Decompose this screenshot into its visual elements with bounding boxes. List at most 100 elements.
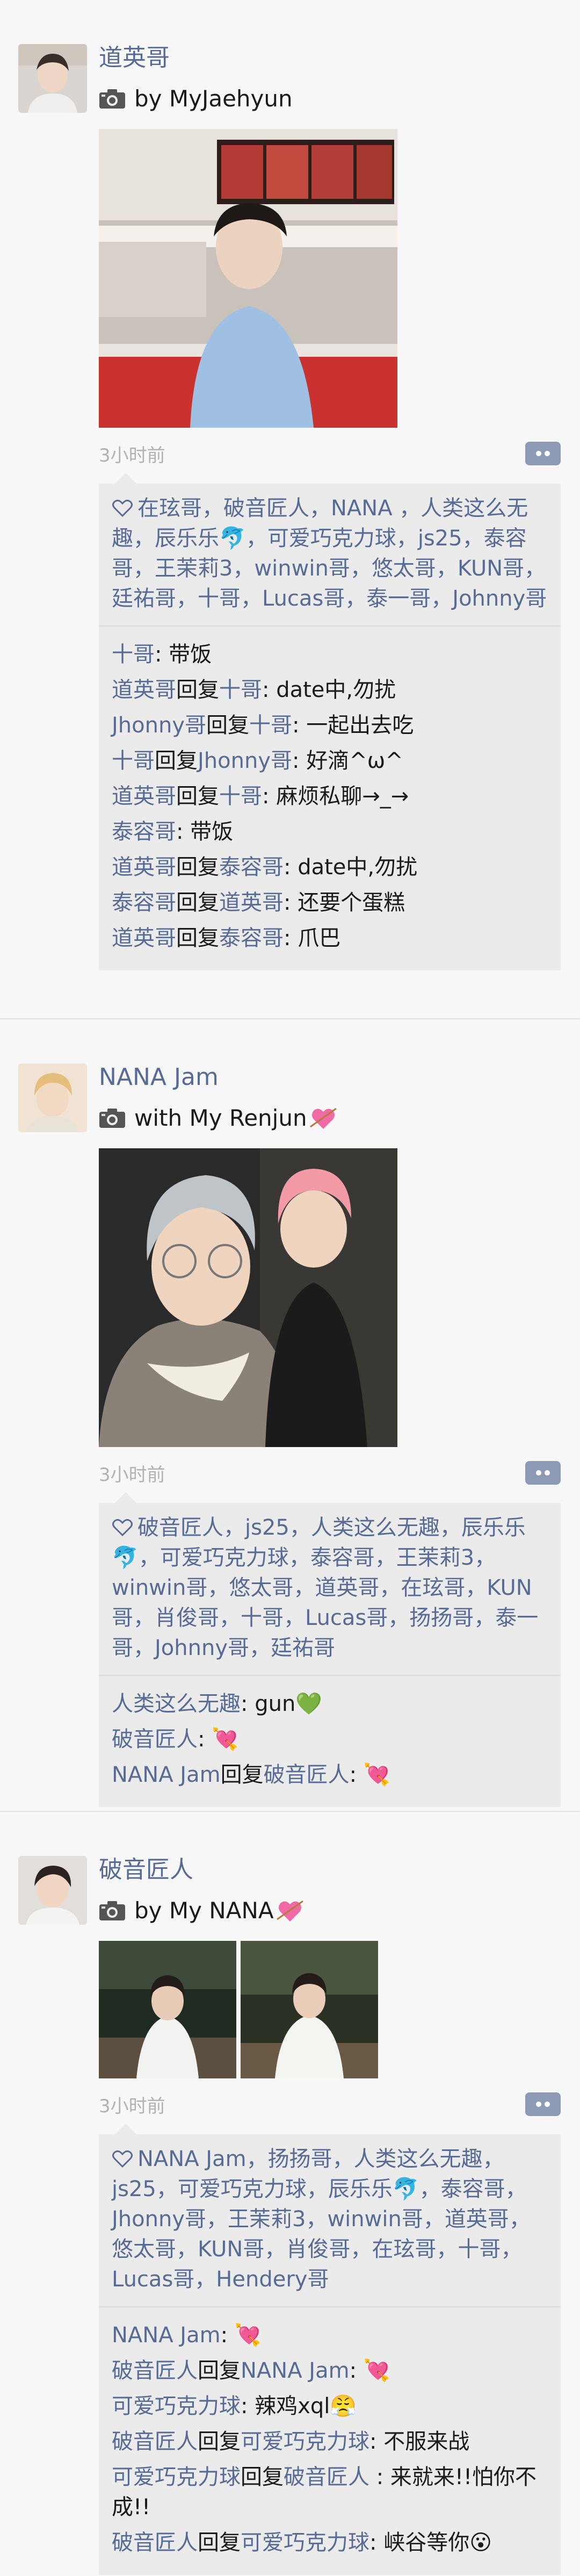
reply-to-user[interactable]: 可爱巧克力球: [241, 2530, 369, 2555]
comment[interactable]: 泰容哥: 带饭: [112, 817, 548, 847]
like-name[interactable]: Jhonny哥: [112, 2207, 206, 2232]
like-name[interactable]: 辰乐乐🐬: [328, 2177, 419, 2201]
reply-to-user[interactable]: 十哥: [219, 678, 262, 702]
like-name[interactable]: 肖俊哥: [286, 2237, 350, 2262]
like-name[interactable]: 在玹哥: [401, 1575, 465, 1600]
comment[interactable]: 人类这么无趣: gun💚: [112, 1689, 548, 1719]
comment[interactable]: NANA Jam回复破音匠人: 💘: [112, 1760, 548, 1790]
comment[interactable]: 道英哥回复泰容哥: date中,勿扰: [112, 852, 548, 882]
like-name[interactable]: 悠太哥: [229, 1575, 293, 1600]
like-name[interactable]: Lucas哥: [262, 586, 345, 611]
comment-user[interactable]: 人类这么无趣: [112, 1692, 241, 1716]
comment[interactable]: 十哥回复Jhonny哥: 好滴^ω^: [112, 746, 548, 776]
like-name[interactable]: js25: [245, 1515, 289, 1540]
comment[interactable]: 可爱巧克力球: 辣鸡xql😤: [112, 2391, 548, 2421]
like-name[interactable]: 悠太哥: [112, 2237, 176, 2262]
like-name[interactable]: 廷祐哥: [271, 1636, 335, 1660]
like-name[interactable]: Johnny哥: [155, 1636, 249, 1660]
reply-to-user[interactable]: 道英哥: [219, 890, 284, 915]
like-name[interactable]: 泰容哥: [441, 2177, 505, 2201]
comment-user[interactable]: 泰容哥: [112, 890, 176, 915]
comment[interactable]: 破音匠人回复NANA Jam: 💘: [112, 2356, 548, 2386]
reply-to-user[interactable]: NANA Jam: [241, 2358, 350, 2383]
like-name[interactable]: 人类这么无趣: [354, 2147, 483, 2171]
like-name[interactable]: 十哥: [198, 586, 241, 611]
comment-user[interactable]: 道英哥: [112, 784, 176, 809]
like-name[interactable]: 道英哥: [315, 1575, 379, 1600]
like-name[interactable]: 扬扬哥: [409, 1606, 474, 1630]
like-name[interactable]: Hendery哥: [216, 2267, 329, 2292]
like-name[interactable]: KUN哥: [198, 2237, 264, 2262]
comment[interactable]: 泰容哥回复道英哥: 还要个蛋糕: [112, 888, 548, 918]
like-name[interactable]: NANA Jam: [137, 2147, 247, 2171]
like-name[interactable]: 悠太哥: [372, 556, 436, 581]
like-name[interactable]: 破音匠人: [137, 1515, 223, 1540]
like-name[interactable]: 王茉莉3: [155, 556, 233, 581]
like-name[interactable]: 廷祐哥: [112, 586, 176, 611]
comment-dots-icon[interactable]: [525, 1461, 561, 1485]
comment[interactable]: NANA Jam: 💘: [112, 2320, 548, 2350]
like-name[interactable]: 道英哥: [445, 2207, 509, 2232]
comment-user[interactable]: 道英哥: [112, 678, 176, 702]
comment-user[interactable]: 道英哥: [112, 926, 176, 951]
comment[interactable]: 破音匠人: 💘: [112, 1724, 548, 1754]
comment[interactable]: 十哥: 带饭: [112, 639, 548, 670]
like-name[interactable]: KUN哥: [458, 556, 524, 581]
comment-user[interactable]: 可爱巧克力球: [112, 2465, 241, 2489]
post-photo[interactable]: [99, 1941, 236, 2078]
like-name[interactable]: 可爱巧克力球: [160, 1545, 289, 1570]
comment-user[interactable]: 破音匠人: [112, 2429, 198, 2454]
like-name[interactable]: 肖俊哥: [155, 1606, 219, 1630]
like-name[interactable]: winwin哥: [254, 556, 350, 581]
poster-name[interactable]: 破音匠人: [99, 1855, 561, 1885]
comment-dots-icon[interactable]: [525, 442, 561, 465]
post-photo[interactable]: [241, 1941, 378, 2078]
like-name[interactable]: js25: [112, 2177, 156, 2201]
reply-to-user[interactable]: 泰容哥: [219, 855, 284, 880]
like-name[interactable]: winwin哥: [112, 1575, 207, 1600]
like-name[interactable]: 在玹哥: [372, 2237, 436, 2262]
comment-user[interactable]: 十哥: [112, 749, 155, 773]
like-name[interactable]: 王茉莉3: [396, 1545, 474, 1570]
like-name[interactable]: NANA: [331, 496, 399, 521]
reply-to-user[interactable]: 十哥: [219, 784, 262, 809]
like-name[interactable]: 泰一哥: [366, 586, 431, 611]
like-name[interactable]: 十哥: [458, 2237, 501, 2262]
poster-name[interactable]: NANA Jam: [99, 1062, 561, 1092]
like-name[interactable]: 泰容哥: [310, 1545, 375, 1570]
like-name[interactable]: Johnny哥: [452, 586, 547, 611]
comment[interactable]: 破音匠人回复可爱巧克力球: 不服来战: [112, 2427, 548, 2457]
post-photo[interactable]: [99, 1148, 397, 1447]
reply-to-user[interactable]: 泰容哥: [219, 926, 284, 951]
like-name[interactable]: 辰乐乐🐬: [155, 526, 246, 551]
like-name[interactable]: 王茉莉3: [228, 2207, 306, 2232]
comment-user[interactable]: 泰容哥: [112, 819, 176, 844]
comment[interactable]: 道英哥回复十哥: date中,勿扰: [112, 675, 548, 705]
reply-to-user[interactable]: 可爱巧克力球: [241, 2429, 369, 2454]
comment-user[interactable]: 破音匠人: [112, 2358, 198, 2383]
like-name[interactable]: 可爱巧克力球: [178, 2177, 307, 2201]
like-name[interactable]: Lucas哥: [305, 1606, 388, 1630]
comment-user[interactable]: 可爱巧克力球: [112, 2394, 241, 2419]
avatar[interactable]: [18, 44, 87, 113]
like-name[interactable]: 十哥: [241, 1606, 284, 1630]
comment[interactable]: Jhonny哥回复十哥: 一起出去吃: [112, 710, 548, 740]
comment-user[interactable]: 破音匠人: [112, 2530, 198, 2555]
reply-to-user[interactable]: 破音匠人: [284, 2465, 376, 2489]
like-name[interactable]: Lucas哥: [112, 2267, 194, 2292]
comment-user[interactable]: 道英哥: [112, 855, 176, 880]
comment-user[interactable]: NANA Jam: [112, 2323, 221, 2348]
reply-to-user[interactable]: 十哥: [249, 713, 292, 738]
comment-user[interactable]: 破音匠人: [112, 1727, 198, 1752]
comment[interactable]: 道英哥回复泰容哥: 爪巴: [112, 923, 548, 953]
poster-name[interactable]: 道英哥: [99, 43, 561, 73]
comment[interactable]: 道英哥回复十哥: 麻烦私聊→_→: [112, 781, 548, 811]
comment-user[interactable]: Jhonny哥: [112, 713, 206, 738]
like-name[interactable]: 破音匠人: [223, 496, 309, 521]
comment-user[interactable]: 十哥: [112, 642, 155, 667]
like-name[interactable]: 扬扬哥: [268, 2147, 332, 2171]
avatar[interactable]: [18, 1063, 87, 1132]
like-name[interactable]: 在玹哥: [137, 496, 202, 521]
avatar[interactable]: [18, 1856, 87, 1925]
comment[interactable]: 可爱巧克力球回复破音匠人 : 来就来!!怕你不成!!: [112, 2462, 548, 2522]
